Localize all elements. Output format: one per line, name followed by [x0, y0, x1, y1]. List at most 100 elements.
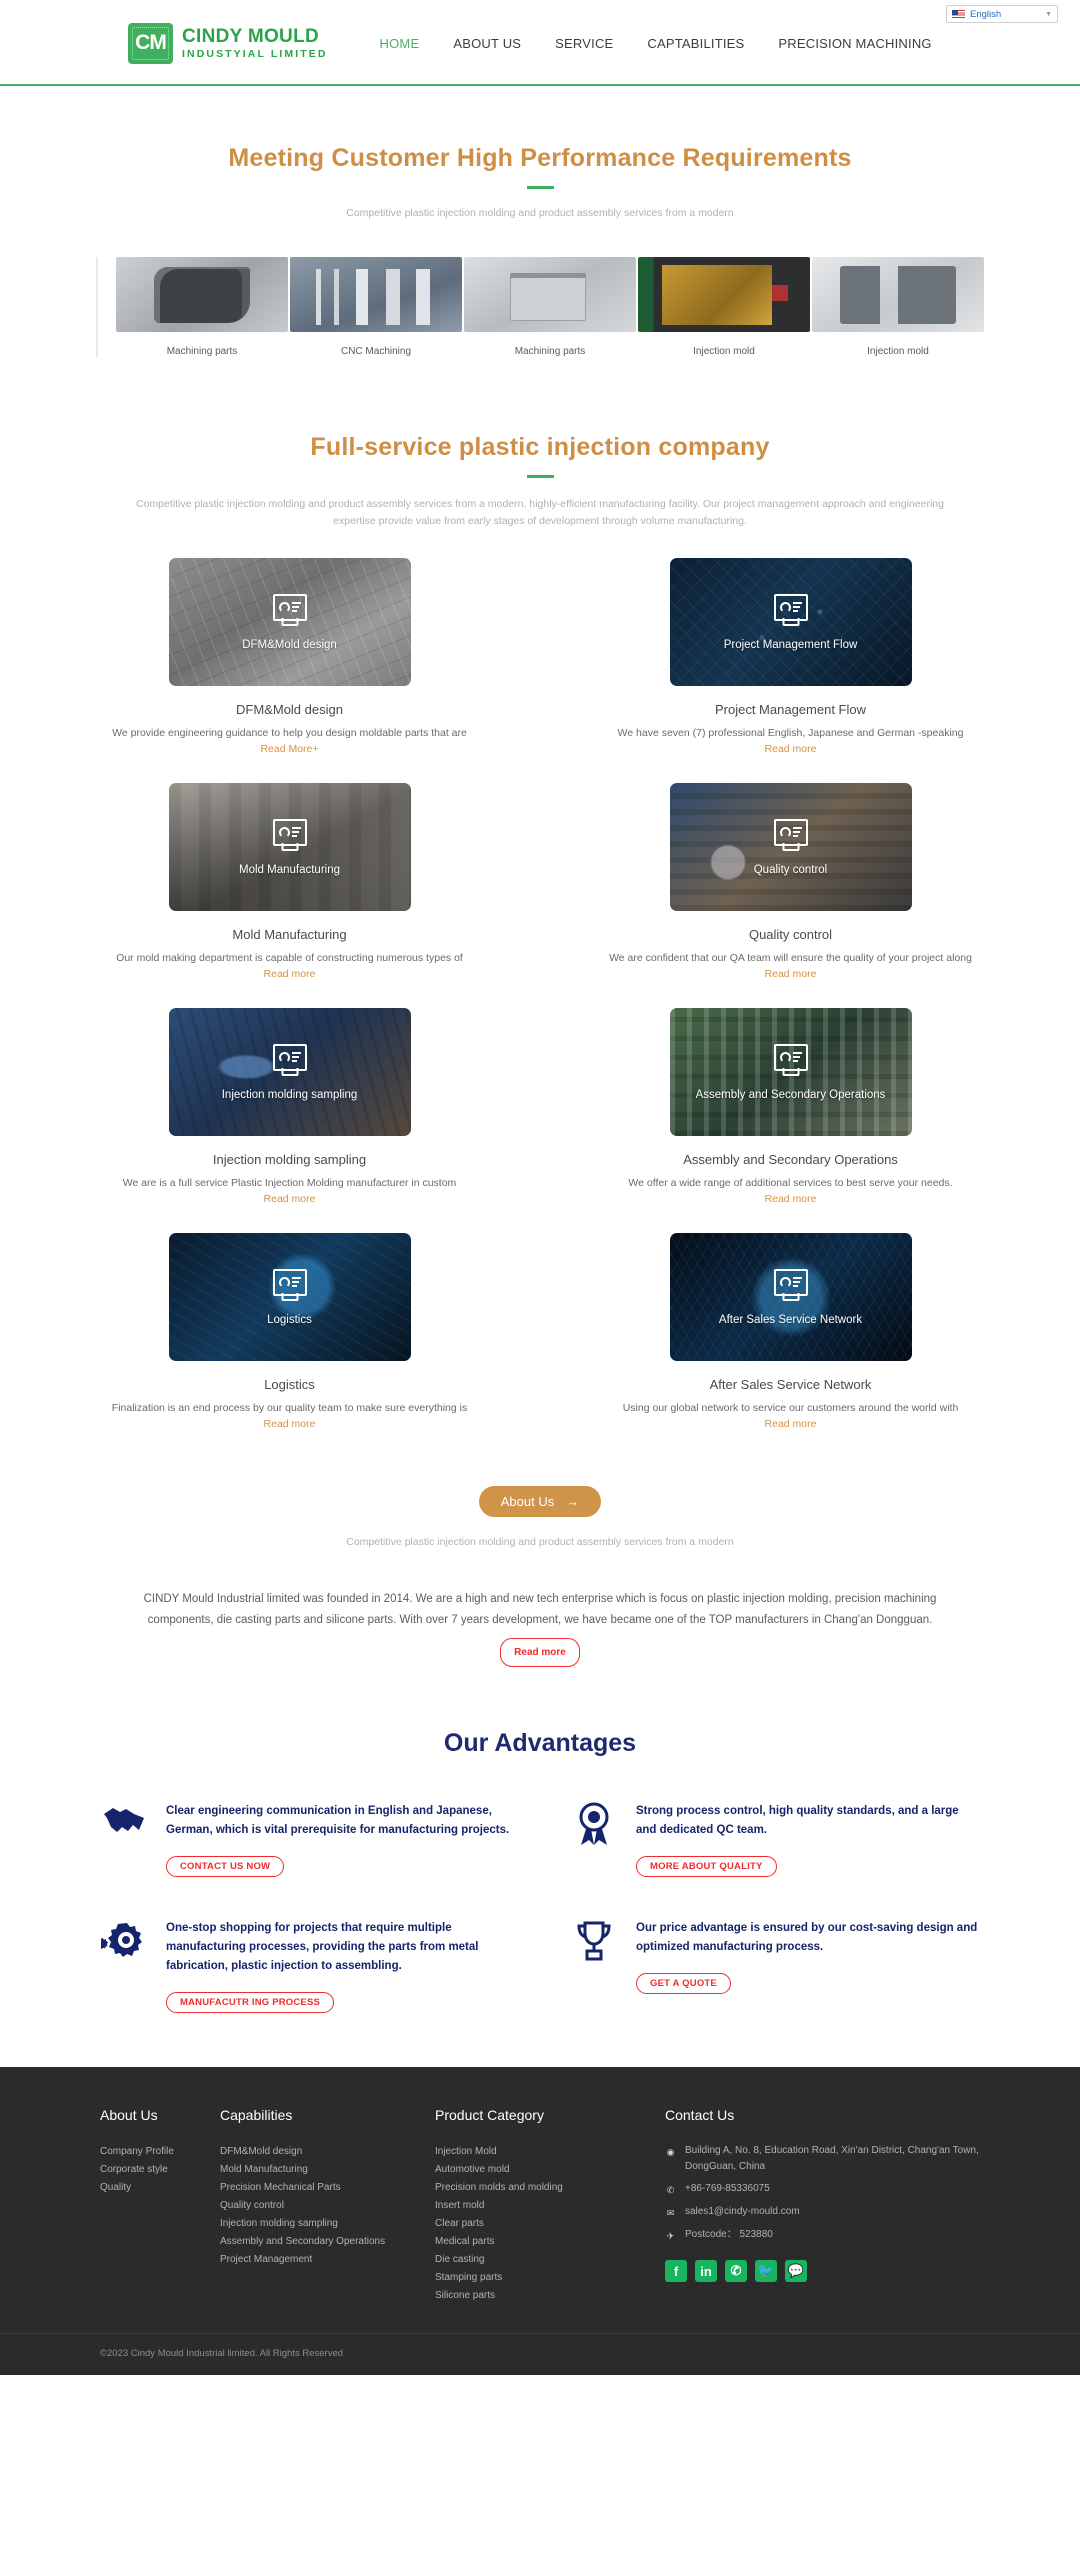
service-card-title: Quality control: [748, 927, 833, 942]
service-card-image-label: After Sales Service Network: [718, 1313, 863, 1326]
service-card-read-more[interactable]: Read more: [597, 1418, 984, 1430]
service-card[interactable]: Logistics Logistics Finalization is an e…: [96, 1233, 483, 1430]
service-card-image: Project Management Flow: [669, 558, 912, 686]
get-a-quote-button[interactable]: GET A QUOTE: [636, 1973, 731, 1994]
thumbnail-item[interactable]: CNC Machining: [290, 257, 462, 357]
logo-mark-text: CM: [135, 31, 167, 54]
award-ribbon-icon: [570, 1802, 618, 1877]
contact-postcode-line: ✈ Postcode： 523880: [665, 2227, 980, 2244]
service-card-image-label: Assembly and Secondary Operations: [695, 1088, 886, 1101]
contact-postcode: Postcode： 523880: [685, 2229, 773, 2240]
footer-link[interactable]: Project Management: [220, 2251, 435, 2269]
footer-link[interactable]: Silicone parts: [435, 2287, 665, 2305]
gears-icon: [100, 1919, 148, 2013]
thumbnail-caption: Machining parts: [514, 346, 586, 357]
advantage-item: Strong process control, high quality sta…: [570, 1802, 980, 1877]
advantage-text: Clear engineering communication in Engli…: [166, 1805, 510, 1836]
language-selector[interactable]: English ▼: [946, 5, 1058, 23]
service-card-description: We have seven (7) professional English, …: [617, 727, 964, 739]
wechat-icon[interactable]: 💬: [785, 2260, 807, 2282]
nav-item-captabilities[interactable]: CAPTABILITIES: [647, 36, 744, 51]
service-card[interactable]: After Sales Service Network After Sales …: [597, 1233, 984, 1430]
contact-us-now-button[interactable]: CONTACT US NOW: [166, 1856, 285, 1877]
thumbnail-item[interactable]: Machining parts: [116, 257, 288, 357]
footer-link[interactable]: Die casting: [435, 2251, 665, 2269]
service-card-read-more[interactable]: Read more: [96, 968, 483, 980]
service-card-image-label: Mold Manufacturing: [239, 863, 340, 876]
nav-item-precision-machining[interactable]: PRECISION MACHINING: [778, 36, 931, 51]
logo-mark-icon: CM: [128, 22, 173, 64]
footer-link[interactable]: Injection Mold: [435, 2143, 665, 2161]
service-card-image: Injection molding sampling: [168, 1008, 411, 1136]
thumbnail-item[interactable]: Injection mold: [812, 257, 984, 357]
more-about-quality-button[interactable]: MORE ABOUT QUALITY: [636, 1856, 777, 1877]
service-card[interactable]: Mold Manufacturing Mold Manufacturing Ou…: [96, 783, 483, 980]
service-card-read-more[interactable]: Read More+: [96, 743, 483, 755]
nav-item-service[interactable]: SERVICE: [555, 36, 613, 51]
service-card-read-more[interactable]: Read more: [96, 1418, 483, 1430]
footer-link[interactable]: Automotive mold: [435, 2161, 665, 2179]
service-card-image: DFM&Mold design: [168, 558, 411, 686]
contact-address: Building A, No. 8, Education Road, Xin'a…: [685, 2145, 979, 2172]
about-read-more-button[interactable]: Read more: [500, 1638, 580, 1667]
thumbnail-caption: Injection mold: [867, 346, 929, 357]
thumbnail-item[interactable]: Machining parts: [464, 257, 636, 357]
service-card[interactable]: Quality control Quality control We are c…: [597, 783, 984, 980]
footer-link[interactable]: Mold Manufacturing: [220, 2161, 435, 2179]
monitor-settings-icon: [773, 1043, 808, 1071]
footer-link[interactable]: DFM&Mold design: [220, 2143, 435, 2161]
about-us-button[interactable]: About Us →: [478, 1486, 602, 1517]
linkedin-icon[interactable]: in: [695, 2260, 717, 2282]
thumbnail-caption: CNC Machining: [340, 346, 412, 357]
service-card-title: After Sales Service Network: [709, 1377, 872, 1392]
service-card[interactable]: Project Management Flow Project Manageme…: [597, 558, 984, 755]
monitor-settings-icon: [272, 1043, 307, 1071]
chevron-down-icon: ▼: [1045, 10, 1052, 18]
footer-column-product-category: Product Category Injection Mold Automoti…: [435, 2107, 665, 2305]
service-card-image: Mold Manufacturing: [168, 783, 411, 911]
service-card[interactable]: Assembly and Secondary Operations Assemb…: [597, 1008, 984, 1205]
service-card-image: Assembly and Secondary Operations: [669, 1008, 912, 1136]
thumbnail-item[interactable]: Injection mold: [638, 257, 810, 357]
manufacturing-process-button[interactable]: MANUFACUTR ING PROCESS: [166, 1992, 335, 2013]
service-card-read-more[interactable]: Read more: [96, 1193, 483, 1205]
footer-link[interactable]: Insert mold: [435, 2197, 665, 2215]
service-card-description: Finalization is an end process by our qu…: [111, 1402, 468, 1414]
thumbnail-caption: Injection mold: [693, 346, 755, 357]
advantage-item: One-stop shopping for projects that requ…: [100, 1919, 510, 2013]
service-card-read-more[interactable]: Read more: [597, 968, 984, 980]
contact-email-line[interactable]: ✉ sales1@cindy-mould.com: [665, 2204, 980, 2221]
service-card-image-label: Quality control: [753, 863, 828, 876]
twitter-icon[interactable]: 🐦: [755, 2260, 777, 2282]
footer-link[interactable]: Precision molds and molding: [435, 2179, 665, 2197]
envelope-icon: ✉: [666, 2208, 675, 2218]
hero-subtitle: Competitive plastic injection molding an…: [346, 207, 734, 219]
nav-item-about-us[interactable]: ABOUT US: [453, 36, 521, 51]
service-card-grid: DFM&Mold design DFM&Mold design We provi…: [96, 558, 984, 1430]
site-logo[interactable]: CM CINDY MOULD INDUSTYIAL LIMITED: [128, 22, 328, 64]
footer-link[interactable]: Injection molding sampling: [220, 2215, 435, 2233]
monitor-settings-icon: [773, 1268, 808, 1296]
footer-link[interactable]: Medical parts: [435, 2233, 665, 2251]
service-card-image-label: Logistics: [267, 1313, 312, 1326]
service-card[interactable]: Injection molding sampling Injection mol…: [96, 1008, 483, 1205]
service-card-read-more[interactable]: Read more: [597, 743, 984, 755]
footer-link[interactable]: Clear parts: [435, 2215, 665, 2233]
us-flag-icon: [952, 9, 965, 19]
whatsapp-icon[interactable]: ✆: [725, 2260, 747, 2282]
footer-link[interactable]: Quality: [100, 2179, 220, 2197]
footer-link[interactable]: Quality control: [220, 2197, 435, 2215]
footer-link[interactable]: Assembly and Secondary Operations: [220, 2233, 435, 2251]
service-card-read-more[interactable]: Read more: [597, 1193, 984, 1205]
footer-link[interactable]: Company Profile: [100, 2143, 220, 2161]
monitor-settings-icon: [272, 1268, 307, 1296]
footer-link[interactable]: Stamping parts: [435, 2269, 665, 2287]
footer-link[interactable]: Corporate style: [100, 2161, 220, 2179]
nav-item-home[interactable]: HOME: [380, 36, 420, 51]
contact-phone-line[interactable]: ✆ +86-769-85336075: [665, 2181, 980, 2198]
facebook-icon[interactable]: f: [665, 2260, 687, 2282]
title-divider: [526, 186, 554, 189]
footer-link[interactable]: Precision Mechanical Parts: [220, 2179, 435, 2197]
service-card[interactable]: DFM&Mold design DFM&Mold design We provi…: [96, 558, 483, 755]
service-card-image: Logistics: [168, 1233, 411, 1361]
